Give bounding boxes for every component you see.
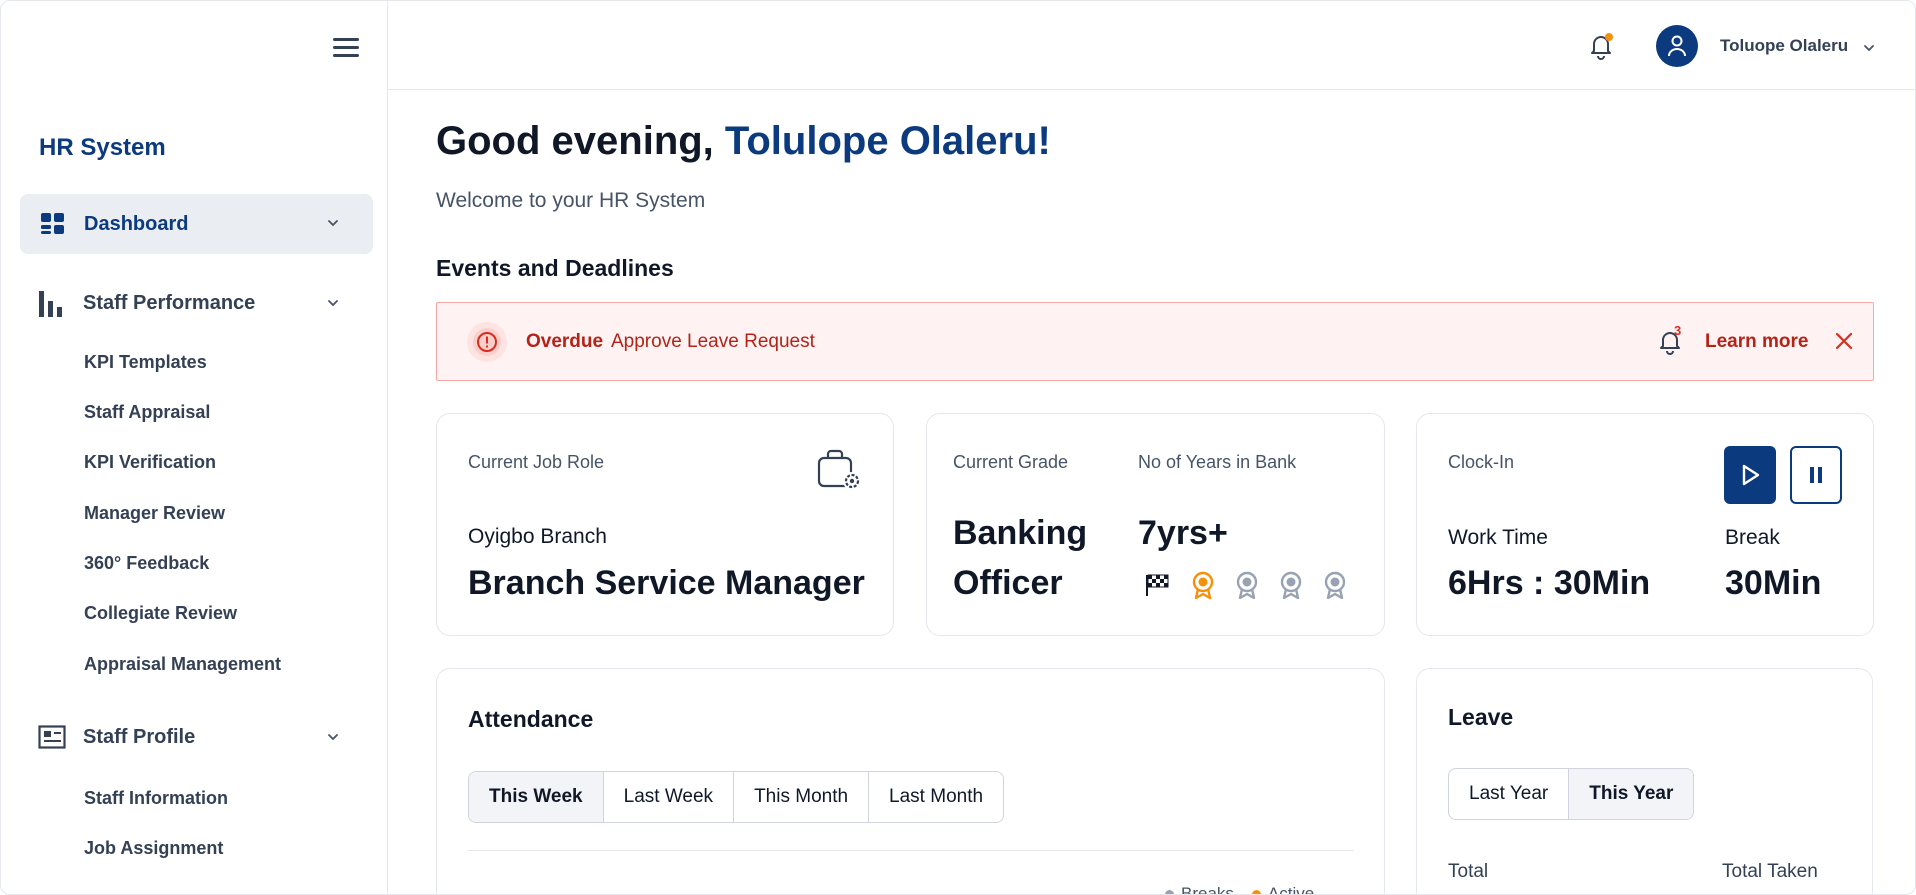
attendance-divider <box>468 850 1354 851</box>
close-icon[interactable] <box>1833 330 1855 352</box>
play-button[interactable] <box>1724 446 1776 504</box>
sidebar-item-manager-review[interactable]: Manager Review <box>84 503 225 524</box>
legend-dot <box>1165 890 1174 894</box>
legend-active: Active <box>1251 884 1315 895</box>
job-role-value: Branch Service Manager <box>468 564 865 602</box>
sidebar-item-360-feedback[interactable]: 360° Feedback <box>84 553 209 574</box>
clock-in-card: Clock-In Work Time Break 6Hrs : 30Min 30… <box>1416 413 1874 636</box>
id-card-icon <box>38 725 66 749</box>
break-value: 30Min <box>1725 564 1822 602</box>
sidebar-group-staff-performance[interactable]: Staff Performance <box>20 278 373 328</box>
briefcase-gear-icon <box>817 449 861 490</box>
chevron-down-icon <box>328 220 338 227</box>
page-title: Good evening, Tolulope Olaleru! <box>436 119 1051 164</box>
tab-last-month[interactable]: Last Month <box>869 772 1003 822</box>
top-bar: Toluope Olaleru <box>388 1 1915 90</box>
alert-tag: Overdue <box>526 331 604 352</box>
leave-card: Leave Last Year This Year Total Total Ta… <box>1416 668 1873 894</box>
learn-more-link[interactable]: Learn more <box>1705 331 1808 353</box>
sidebar-item-label: Dashboard <box>84 212 189 235</box>
pause-button[interactable] <box>1790 446 1842 504</box>
chevron-down-icon <box>328 734 338 741</box>
sidebar-item-kpi-templates[interactable]: KPI Templates <box>84 352 207 373</box>
legend-dot <box>1251 890 1261 894</box>
dashboard-icon <box>41 213 64 234</box>
tab-this-month[interactable]: This Month <box>734 772 870 822</box>
bar-chart-icon <box>39 291 62 317</box>
job-role-card: Current Job Role Oyigbo Branch Branch Se… <box>436 413 894 636</box>
sidebar-group-staff-profile[interactable]: Staff Profile <box>20 712 373 762</box>
leave-period-tabs: Last Year This Year <box>1448 768 1695 820</box>
greeting-prefix: Good evening, <box>436 119 725 163</box>
alert-bell-count: 3 <box>1674 323 1682 338</box>
attendance-legend: Breaks Active <box>1165 884 1315 895</box>
attendance-period-tabs: This Week Last Week This Month Last Mont… <box>468 771 1005 823</box>
medal-icon <box>1236 571 1258 599</box>
years-value: 7yrs+ <box>1138 514 1228 552</box>
chevron-down-icon[interactable] <box>1862 41 1876 55</box>
sidebar-item-job-assignment[interactable]: Job Assignment <box>84 838 223 859</box>
legend-breaks: Breaks <box>1165 884 1234 895</box>
pause-icon <box>1810 467 1822 483</box>
notification-bell-icon[interactable] <box>1586 31 1616 61</box>
events-title: Events and Deadlines <box>436 255 674 281</box>
medal-icon <box>1192 571 1214 599</box>
attendance-title: Attendance <box>468 706 594 732</box>
work-time-label: Work Time <box>1448 526 1548 549</box>
tab-last-year[interactable]: Last Year <box>1449 769 1570 819</box>
tab-this-week[interactable]: This Week <box>469 772 604 822</box>
sidebar-item-dashboard[interactable]: Dashboard <box>20 194 373 254</box>
checkered-flag-icon <box>1146 574 1169 596</box>
clock-in-label: Clock-In <box>1448 452 1515 472</box>
legend-label: Breaks <box>1181 884 1234 895</box>
user-name[interactable]: Toluope Olaleru <box>1720 36 1848 56</box>
app-window: HR System Dashboard Staff Performance KP… <box>0 0 1916 895</box>
sidebar: HR System Dashboard Staff Performance KP… <box>1 1 388 894</box>
sidebar-group-label: Staff Performance <box>83 291 256 314</box>
menu-toggle-icon[interactable] <box>331 35 361 59</box>
job-role-label: Current Job Role <box>468 452 605 472</box>
grade-card: Current Grade No of Years in Bank Bankin… <box>926 413 1385 636</box>
leave-taken-label: Total Taken <box>1722 861 1818 882</box>
grade-value-line2: Officer <box>953 564 1063 602</box>
sidebar-item-kpi-verification[interactable]: KPI Verification <box>84 452 216 473</box>
overdue-alert: Overdue Approve Leave Request 3 Learn mo… <box>436 302 1874 381</box>
avatar[interactable] <box>1656 25 1698 67</box>
branch-name: Oyigbo Branch <box>468 525 607 548</box>
alert-circle-icon <box>467 322 507 362</box>
sidebar-item-staff-appraisal[interactable]: Staff Appraisal <box>84 402 210 423</box>
work-time-value: 6Hrs : 30Min <box>1448 564 1651 602</box>
leave-title: Leave <box>1448 704 1514 730</box>
leave-total-label: Total <box>1448 861 1489 882</box>
medal-icon <box>1324 571 1346 599</box>
tab-last-week[interactable]: Last Week <box>604 772 735 822</box>
years-label: No of Years in Bank <box>1138 452 1297 472</box>
break-label: Break <box>1725 526 1780 549</box>
medal-icon <box>1280 571 1302 599</box>
sidebar-item-appraisal-management[interactable]: Appraisal Management <box>84 654 281 675</box>
legend-label: Active <box>1267 884 1315 895</box>
attendance-card: Attendance This Week Last Week This Mont… <box>436 668 1385 895</box>
play-icon <box>1742 464 1760 486</box>
greeting-name: Tolulope Olaleru! <box>724 119 1051 163</box>
grade-value-line1: Banking <box>953 514 1088 552</box>
user-icon <box>1668 35 1686 57</box>
sidebar-group-label: Staff Profile <box>83 725 196 748</box>
alert-text: Approve Leave Request <box>611 331 815 352</box>
sidebar-item-staff-information[interactable]: Staff Information <box>84 788 228 809</box>
brand-title: HR System <box>39 134 166 161</box>
sidebar-item-collegiate-review[interactable]: Collegiate Review <box>84 603 237 624</box>
milestone-badges <box>1144 571 1348 599</box>
tab-this-year[interactable]: This Year <box>1569 769 1694 819</box>
alert-bell-icon[interactable]: 3 <box>1657 323 1683 361</box>
grade-label: Current Grade <box>953 452 1069 472</box>
chevron-down-icon <box>328 300 338 307</box>
welcome-text: Welcome to your HR System <box>436 189 706 212</box>
